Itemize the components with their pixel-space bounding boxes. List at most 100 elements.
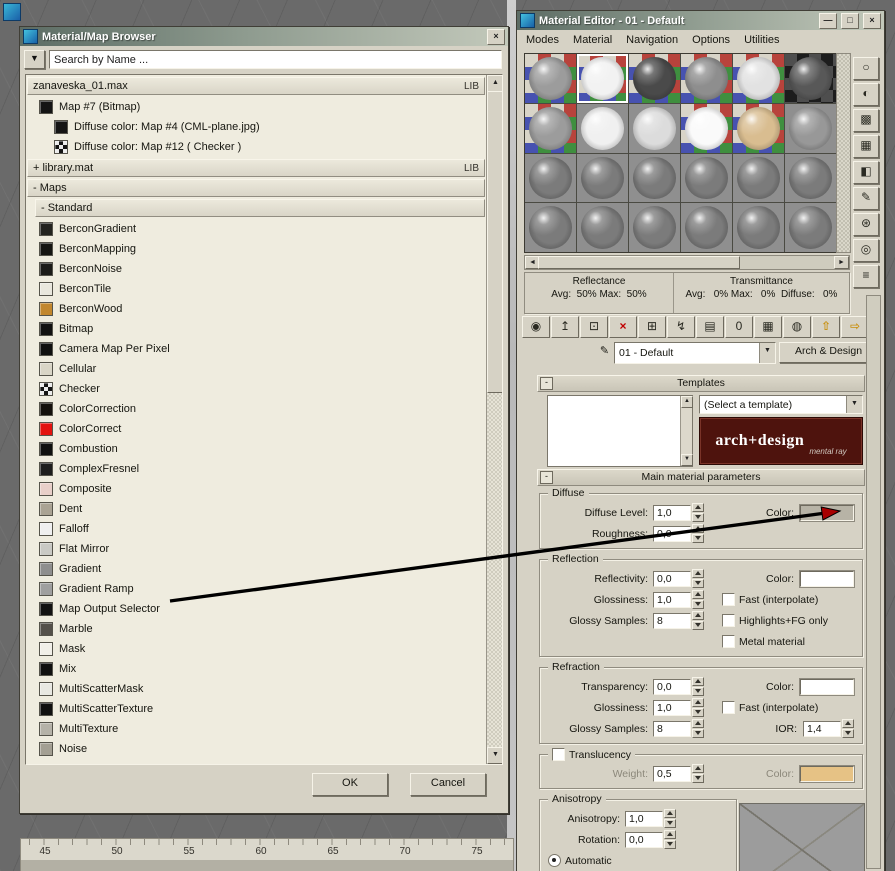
assign-material-to-selection-icon[interactable]: ⊡	[580, 316, 608, 338]
collapse-icon[interactable]: -	[540, 377, 553, 390]
ok-button[interactable]: OK	[312, 773, 388, 796]
list-item[interactable]: BerconNoise	[26, 259, 486, 279]
background-icon[interactable]: ▩	[853, 109, 879, 132]
put-material-to-scene-icon[interactable]: ↥	[551, 316, 579, 338]
maps-group-header[interactable]: - Maps	[27, 179, 485, 197]
cancel-button[interactable]: Cancel	[410, 773, 486, 796]
sample-slot[interactable]	[525, 54, 576, 103]
show-map-in-viewport-icon[interactable]: ▦	[754, 316, 782, 338]
menu-options[interactable]: Options	[685, 34, 737, 46]
roughness-input[interactable]: 0,0	[653, 525, 691, 542]
refraction-color-swatch[interactable]	[800, 678, 854, 695]
list-scrollbar[interactable]: ▲ ▼	[486, 75, 502, 764]
material-id-channel-icon[interactable]: 0	[725, 316, 753, 338]
show-end-result-icon[interactable]: ◍	[783, 316, 811, 338]
get-material-icon[interactable]: ◉	[522, 316, 550, 338]
scroll-down-icon[interactable]: ▼	[487, 747, 502, 764]
spinner-arrows[interactable]	[692, 524, 704, 543]
list-item[interactable]: Marble	[26, 619, 486, 639]
maximize-icon[interactable]: □	[841, 12, 859, 29]
spinner-arrows[interactable]	[664, 830, 676, 849]
scroll-down-icon[interactable]: ▼	[681, 454, 693, 466]
list-item[interactable]: ColorCorrect	[26, 419, 486, 439]
arch-design-button[interactable]: Arch & Design	[779, 342, 878, 363]
anisotropy-input[interactable]: 1,0	[625, 810, 663, 827]
list-item[interactable]: Diffuse color: Map #12 ( Checker )	[26, 137, 486, 157]
sample-slot[interactable]	[785, 54, 836, 103]
scrollbar-thumb[interactable]	[538, 256, 740, 269]
params-scrollbar[interactable]	[866, 295, 881, 869]
transparency-input[interactable]: 0,0	[653, 678, 691, 695]
list-item[interactable]: Diffuse color: Map #4 (CML-plane.jpg)	[26, 117, 486, 137]
templates-rollout-header[interactable]: - Templates	[537, 375, 865, 392]
spinner-arrows[interactable]	[692, 698, 704, 717]
material-map-navigator-icon[interactable]: ≡	[853, 265, 879, 288]
make-material-copy-icon[interactable]: ⊞	[638, 316, 666, 338]
list-item[interactable]: Cellular	[26, 359, 486, 379]
sample-slot[interactable]	[525, 103, 576, 153]
sample-slot[interactable]	[525, 203, 576, 252]
reflection-glossiness-input[interactable]: 1,0	[653, 591, 691, 608]
options-icon[interactable]: ⊛	[853, 213, 879, 236]
video-color-check-icon[interactable]: ◧	[853, 161, 879, 184]
scroll-up-icon[interactable]: ▲	[487, 75, 502, 92]
template-select-dropdown[interactable]: (Select a template) ▼	[699, 395, 863, 414]
list-item[interactable]: Checker	[26, 379, 486, 399]
spinner-arrows[interactable]	[692, 719, 704, 738]
diffuse-level-input[interactable]: 1,0	[653, 504, 691, 521]
go-to-parent-icon[interactable]: ⇧	[812, 316, 840, 338]
translucency-checkbox[interactable]	[552, 748, 565, 761]
sample-slot[interactable]	[681, 103, 732, 153]
timeline-ruler[interactable]: 45 50 55 60 65 70 75	[20, 838, 514, 861]
list-item[interactable]: MultiScatterTexture	[26, 699, 486, 719]
menu-material[interactable]: Material	[566, 34, 619, 46]
reflection-samples-input[interactable]: 8	[653, 612, 691, 629]
fast-interpolate-checkbox[interactable]	[722, 593, 735, 606]
collapse-icon[interactable]: -	[540, 471, 553, 484]
list-item[interactable]: Camera Map Per Pixel	[26, 339, 486, 359]
spinner-arrows[interactable]	[842, 719, 854, 738]
eyedropper-icon[interactable]: ✎	[597, 343, 612, 360]
reflectivity-input[interactable]: 0,0	[653, 570, 691, 587]
spinner-arrows[interactable]	[692, 611, 704, 630]
track-bar[interactable]	[20, 860, 514, 871]
sample-slot[interactable]	[733, 54, 784, 103]
list-item[interactable]: Bitmap	[26, 319, 486, 339]
chevron-down-icon[interactable]: ▼	[759, 343, 775, 363]
list-item[interactable]: Combustion	[26, 439, 486, 459]
list-item[interactable]: Falloff	[26, 519, 486, 539]
scene-group-header[interactable]: zanaveska_01.max LIB	[27, 77, 485, 95]
sample-slot[interactable]	[681, 153, 732, 203]
highlights-fg-only-checkbox[interactable]	[722, 614, 735, 627]
spinner-arrows[interactable]	[692, 569, 704, 588]
fast-interpolate-checkbox[interactable]	[722, 701, 735, 714]
main-params-rollout-header[interactable]: - Main material parameters	[537, 469, 865, 486]
spinner-arrows[interactable]	[692, 764, 704, 783]
sample-slot[interactable]	[577, 103, 628, 153]
automatic-radio[interactable]	[548, 854, 561, 867]
list-item[interactable]: BerconMapping	[26, 239, 486, 259]
sample-slot[interactable]	[733, 153, 784, 203]
minimize-icon[interactable]: —	[819, 12, 837, 29]
sample-type-sphere-icon[interactable]: ○	[853, 57, 879, 80]
backlight-icon[interactable]: ◐	[853, 83, 879, 106]
list-item[interactable]: Gradient	[26, 559, 486, 579]
sample-slot[interactable]	[629, 54, 680, 103]
spinner-arrows[interactable]	[692, 503, 704, 522]
diffuse-color-swatch[interactable]	[800, 504, 854, 521]
sample-slot[interactable]	[629, 153, 680, 203]
refraction-samples-input[interactable]: 8	[653, 720, 691, 737]
sample-slot[interactable]	[681, 203, 732, 252]
sample-slot[interactable]	[733, 203, 784, 252]
template-list-scrollbar[interactable]: ▲ ▼	[680, 396, 693, 466]
close-icon[interactable]: ×	[863, 12, 881, 29]
sample-slot[interactable]	[629, 203, 680, 252]
list-item[interactable]: Map #7 (Bitmap)	[26, 97, 486, 117]
sample-uv-tiling-icon[interactable]: ▦	[853, 135, 879, 158]
sample-slot[interactable]	[577, 203, 628, 252]
scroll-up-icon[interactable]: ▲	[681, 396, 693, 408]
list-item[interactable]: ColorCorrection	[26, 399, 486, 419]
list-item[interactable]: BerconWood	[26, 299, 486, 319]
library-group-header[interactable]: + library.mat LIB	[27, 159, 485, 177]
editor-titlebar[interactable]: Material Editor - 01 - Default — □ ×	[517, 11, 884, 30]
